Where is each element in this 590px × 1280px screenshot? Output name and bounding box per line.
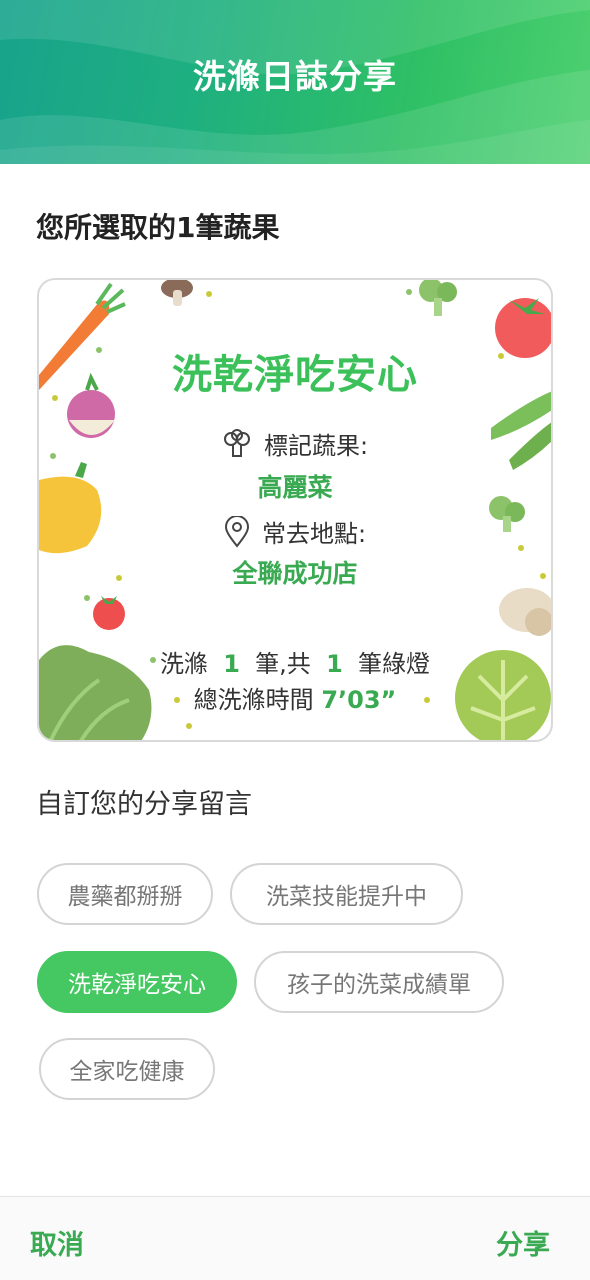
broccoli-icon (222, 429, 252, 465)
garlic-illustration (499, 588, 551, 636)
small-tomato-illustration (93, 596, 125, 630)
chip-family-healthy[interactable]: 全家吃健康 (39, 1038, 215, 1100)
chip-skill-up[interactable]: 洗菜技能提升中 (230, 863, 463, 925)
share-card: 洗乾淨吃安心 標記蔬果: 高麗菜 常去地點: 全聯成功店 洗滌 1 筆,共 1 … (37, 278, 553, 742)
location-pin-icon (224, 515, 250, 554)
green-count: 1 (326, 650, 343, 678)
bottom-action-bar: 取消 分享 (0, 1196, 590, 1280)
chip-kids-report[interactable]: 孩子的洗菜成績單 (254, 951, 504, 1013)
veg-label: 標記蔬果: (263, 432, 369, 460)
stat-middle: 筆,共 (255, 650, 311, 678)
place-label-row: 常去地點: (39, 514, 551, 554)
broccoli-top-illustration (419, 280, 457, 316)
app-header: 洗滌日誌分享 (0, 0, 590, 164)
total-time-stat: 總洗滌時間 7’03” (39, 680, 551, 715)
wash-count-stat: 洗滌 1 筆,共 1 筆綠燈 (39, 644, 551, 679)
selection-title: 您所選取的1筆蔬果 (36, 211, 280, 244)
chip-pesticide-bye[interactable]: 農藥都掰掰 (37, 863, 213, 925)
time-label: 總洗滌時間 (193, 686, 314, 714)
time-value: 7’03” (321, 686, 397, 714)
stat-prefix: 洗滌 (159, 650, 208, 678)
veg-label-row: 標記蔬果: (39, 426, 551, 465)
veg-value: 高麗菜 (257, 473, 333, 502)
stat-suffix: 筆綠燈 (358, 650, 431, 678)
message-title: 自訂您的分享留言 (36, 789, 252, 820)
wash-count: 1 (223, 650, 240, 678)
share-button[interactable]: 分享 (496, 1223, 550, 1262)
mushroom-illustration (161, 280, 193, 306)
place-value: 全聯成功店 (232, 559, 358, 588)
card-slogan: 洗乾淨吃安心 (172, 352, 418, 398)
place-label: 常去地點: (261, 520, 367, 548)
page-title: 洗滌日誌分享 (193, 57, 397, 96)
chip-wash-clean-selected[interactable]: 洗乾淨吃安心 (37, 951, 237, 1013)
cancel-button[interactable]: 取消 (30, 1223, 84, 1262)
